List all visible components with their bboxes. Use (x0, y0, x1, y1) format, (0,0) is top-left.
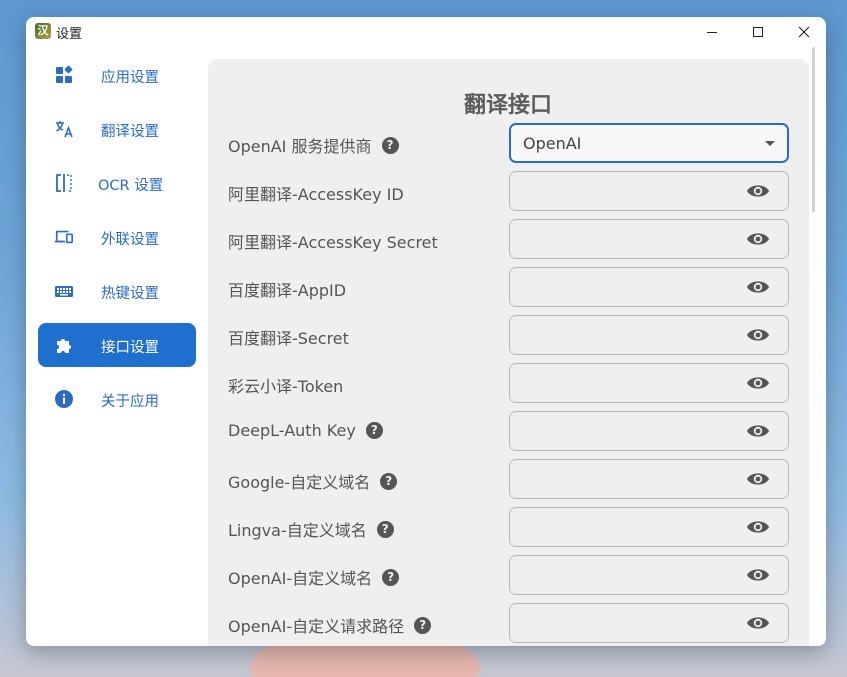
sidebar-item-label: 翻译设置 (101, 124, 159, 140)
eye-icon[interactable] (746, 374, 770, 392)
setting-row-lingva-custom-domain: Lingva-自定义域名? (208, 507, 809, 547)
eye-icon[interactable] (746, 182, 770, 200)
setting-label: 阿里翻译-AccessKey ID (228, 185, 404, 204)
help-icon[interactable]: ? (380, 472, 398, 490)
help-icon[interactable]: ? (381, 136, 399, 154)
maximize-icon (753, 27, 763, 37)
app-logo-icon: 汉 (35, 23, 51, 39)
info-icon (54, 389, 74, 409)
setting-row-google-custom-domain: Google-自定义域名? (208, 459, 809, 499)
sidebar: 应用设置 翻译设置 OCR 设置 外联设置 热键设置 接口设置 关于应用 (38, 53, 196, 431)
page-title: 翻译接口 (463, 93, 552, 118)
settings-window: 汉 设置 应用设置 翻译设置 OCR 设置 外联设置 热键设置 接口设置 关于应… (26, 17, 826, 646)
keyboard-icon (54, 281, 74, 301)
sidebar-item-label: OCR 设置 (98, 178, 164, 194)
api-settings-panel: 翻译接口 OpenAI 服务提供商? OpenAI 阿里翻译-AccessKey… (208, 59, 809, 646)
setting-row-baidu-appid: 百度翻译-AppID (208, 267, 809, 307)
close-icon (798, 26, 810, 38)
close-button[interactable] (781, 17, 826, 47)
eye-icon[interactable] (746, 278, 770, 296)
openai-custom-domain-input[interactable] (509, 555, 789, 595)
setting-row-openai-provider: OpenAI 服务提供商? OpenAI (208, 123, 809, 163)
sidebar-item-about[interactable]: 关于应用 (38, 377, 196, 421)
chevron-down-icon (765, 141, 775, 146)
setting-row-aliyun-accesskey-id: 阿里翻译-AccessKey ID (208, 171, 809, 211)
aliyun-accesskey-secret-input[interactable] (509, 219, 789, 259)
setting-label: OpenAI-自定义域名? (228, 565, 400, 589)
minimize-icon (707, 32, 717, 33)
eye-icon[interactable] (746, 566, 770, 584)
baidu-appid-input[interactable] (509, 267, 789, 307)
google-custom-domain-input[interactable] (509, 459, 789, 499)
caiyun-token-input[interactable] (509, 363, 789, 403)
eye-icon[interactable] (746, 518, 770, 536)
setting-row-openai-custom-domain: OpenAI-自定义域名? (208, 555, 809, 595)
apps-icon (54, 65, 74, 85)
sidebar-item-label: 外联设置 (101, 232, 159, 248)
help-icon[interactable]: ? (414, 616, 432, 634)
help-icon[interactable]: ? (365, 422, 383, 439)
openai-custom-path-input[interactable] (509, 603, 789, 643)
scrollbar[interactable] (812, 47, 815, 212)
setting-label: 百度翻译-AppID (228, 281, 347, 300)
eye-icon[interactable] (746, 614, 770, 632)
setting-label: 阿里翻译-AccessKey Secret (228, 233, 438, 252)
select-value: OpenAI (523, 134, 582, 153)
sidebar-item-translate-settings[interactable]: 翻译设置 (38, 107, 196, 151)
devices-icon (54, 227, 74, 247)
sidebar-item-label: 接口设置 (101, 340, 159, 356)
eye-icon[interactable] (746, 230, 770, 248)
setting-label: 百度翻译-Secret (228, 329, 349, 348)
setting-label: Google-自定义域名? (228, 469, 398, 493)
sidebar-item-label: 热键设置 (101, 286, 159, 302)
translate-icon (54, 119, 74, 139)
sidebar-item-app-settings[interactable]: 应用设置 (38, 53, 196, 97)
sidebar-item-hotkey-settings[interactable]: 热键设置 (38, 269, 196, 313)
setting-row-caiyun-token: 彩云小译-Token (208, 363, 809, 403)
title-bar[interactable]: 汉 设置 (26, 17, 826, 47)
sidebar-item-label: 应用设置 (101, 70, 159, 86)
openai-provider-select[interactable]: OpenAI (509, 123, 789, 163)
setting-row-deepl-auth-key: DeepL-Auth Key? (208, 411, 809, 451)
minimize-button[interactable] (689, 17, 735, 47)
help-icon[interactable]: ? (376, 520, 394, 538)
window-title: 设置 (56, 27, 83, 42)
deepl-auth-key-input[interactable] (509, 411, 789, 451)
maximize-button[interactable] (735, 17, 781, 47)
setting-label: OpenAI 服务提供商? (228, 133, 399, 157)
setting-label: 彩云小译-Token (228, 377, 344, 396)
setting-row-aliyun-accesskey-secret: 阿里翻译-AccessKey Secret (208, 219, 809, 259)
setting-label: Lingva-自定义域名? (228, 517, 394, 541)
eye-icon[interactable] (746, 326, 770, 344)
eye-icon[interactable] (746, 422, 770, 440)
eye-icon[interactable] (746, 470, 770, 488)
setting-label: DeepL-Auth Key? (228, 421, 383, 440)
aliyun-accesskey-id-input[interactable] (509, 171, 789, 211)
sidebar-item-label: 关于应用 (101, 394, 159, 410)
sidebar-item-ocr-settings[interactable]: OCR 设置 (38, 161, 196, 205)
puzzle-icon (54, 335, 74, 355)
baidu-secret-input[interactable] (509, 315, 789, 355)
ocr-scan-icon (54, 173, 74, 193)
setting-row-openai-custom-path: OpenAI-自定义请求路径? (208, 603, 809, 643)
lingva-custom-domain-input[interactable] (509, 507, 789, 547)
setting-label: OpenAI-自定义请求路径? (228, 613, 432, 637)
setting-row-baidu-secret: 百度翻译-Secret (208, 315, 809, 355)
sidebar-item-external-settings[interactable]: 外联设置 (38, 215, 196, 259)
sidebar-item-api-settings[interactable]: 接口设置 (38, 323, 196, 367)
help-icon[interactable]: ? (382, 568, 400, 586)
